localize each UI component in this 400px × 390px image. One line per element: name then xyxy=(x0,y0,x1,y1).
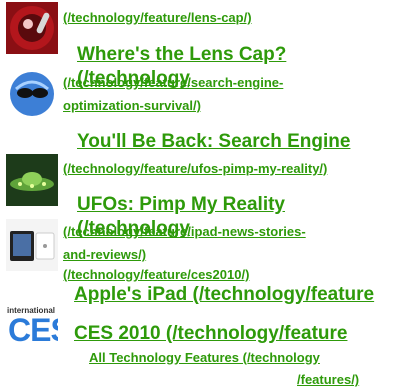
search-engine-title-link[interactable]: You'll Be Back: Search Engine xyxy=(77,130,350,154)
ces-thumbnail[interactable]: international CES xyxy=(6,304,58,356)
ipad-url-link-2[interactable]: and-reviews/) xyxy=(63,245,146,265)
ufo-thumbnail[interactable] xyxy=(6,154,58,206)
ces-url-link[interactable]: (/technology/feature/ces2010/) xyxy=(63,265,249,285)
search-engine-url-link-2[interactable]: optimization-survival/) xyxy=(63,96,201,116)
search-engine-thumbnail[interactable] xyxy=(6,67,58,119)
search-engine-url-link-1[interactable]: (/technology/feature/search-engine- xyxy=(63,73,283,93)
all-technology-features-link-2[interactable]: /features/) xyxy=(297,370,359,390)
lens-cap-thumbnail[interactable] xyxy=(6,2,58,54)
lens-cap-url-link[interactable]: (/technology/feature/lens-cap/) xyxy=(63,8,252,28)
ipad-icon xyxy=(6,219,58,271)
ces-logo-big-text: CES xyxy=(8,312,58,348)
ufo-url-link[interactable]: (/technology/feature/ufos-pimp-my-realit… xyxy=(63,159,327,179)
ipad-thumbnail[interactable] xyxy=(6,219,58,271)
all-technology-features-link-1[interactable]: All Technology Features (/technology xyxy=(89,348,320,368)
ces-title-link[interactable]: CES 2010 (/technology/feature xyxy=(74,322,347,346)
globe-sunglasses-icon xyxy=(6,67,58,119)
lens-cap-icon xyxy=(6,2,58,54)
ufo-icon xyxy=(6,154,58,206)
ipad-url-link-1[interactable]: (/technology/feature/ipad-news-stories- xyxy=(63,222,306,242)
ipad-title-link[interactable]: Apple's iPad (/technology/feature xyxy=(74,283,374,307)
